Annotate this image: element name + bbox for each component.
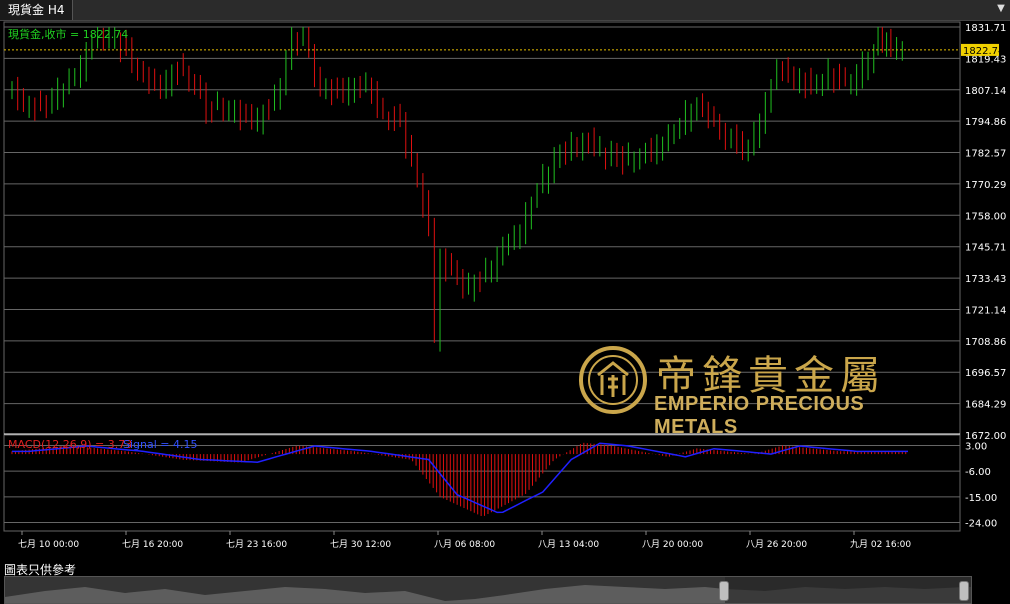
logo-emblem-icon — [579, 346, 647, 414]
time-axis-label: 八月 26 20:00 — [746, 539, 807, 550]
macd-tick-label: -6.00 — [965, 467, 991, 478]
time-axis-label: 八月 06 08:00 — [434, 539, 495, 550]
time-axis-label: 八月 13 04:00 — [538, 539, 599, 550]
time-axis-label: 九月 02 16:00 — [850, 539, 911, 550]
navigator-right-handle[interactable] — [959, 581, 969, 601]
tab-bar: 現貨金 H4 ▼ — [0, 0, 1010, 21]
chevron-down-icon[interactable]: ▼ — [996, 4, 1006, 14]
price-tick-label: 1721.14 — [965, 305, 1006, 316]
price-tick-label: 1782.57 — [965, 149, 1006, 160]
current-price-label: 1822.74 — [963, 46, 1004, 57]
macd-tick-label: 3.00 — [965, 442, 987, 453]
macd-tick-label: -15.00 — [965, 493, 997, 504]
price-tick-label: 1770.29 — [965, 180, 1006, 191]
plot-border — [3, 21, 961, 532]
company-logo: 帝鋒貴金屬 EMPERIO PRECIOUS METALS — [578, 343, 948, 438]
price-tick-label: 1794.86 — [965, 117, 1006, 128]
time-axis-label: 八月 20 00:00 — [642, 539, 703, 550]
price-tick-label: 1696.57 — [965, 368, 1006, 379]
macd-signal-line — [12, 442, 908, 514]
tab-spot-gold-h4[interactable]: 現貨金 H4 — [0, 0, 74, 20]
price-tick-label: 1745.71 — [965, 243, 1006, 254]
macd-tick-label: -24.00 — [965, 518, 997, 529]
price-tick-label: 1758.00 — [965, 211, 1006, 222]
price-chart[interactable]: 1831.711819.431807.141794.861782.571770.… — [0, 21, 1010, 576]
price-tick-label: 1684.29 — [965, 400, 1006, 411]
logo-english-text: EMPERIO PRECIOUS METALS — [654, 393, 865, 438]
time-axis-label: 七月 23 16:00 — [226, 539, 287, 550]
price-tick-label: 1807.14 — [965, 86, 1006, 97]
navigator-left-handle[interactable] — [719, 581, 729, 601]
price-tick-label: 1708.86 — [965, 337, 1006, 348]
chart-title: 現貨金,收市 = 1822.74 — [8, 27, 128, 41]
price-tick-label: 1831.71 — [965, 23, 1006, 34]
time-axis-label: 七月 30 12:00 — [330, 539, 391, 550]
time-axis-label: 七月 10 00:00 — [18, 539, 79, 550]
macd-label: MACD(12,26,9) = 3.73 — [8, 438, 132, 451]
chart-navigator[interactable] — [4, 576, 972, 604]
time-axis-label: 七月 16 20:00 — [122, 539, 183, 550]
navigator-preview — [5, 577, 971, 603]
price-tick-label: 1672.00 — [965, 431, 1006, 442]
macd-signal-label: Signal = 4.15 — [123, 438, 198, 451]
price-tick-label: 1733.43 — [965, 274, 1006, 285]
